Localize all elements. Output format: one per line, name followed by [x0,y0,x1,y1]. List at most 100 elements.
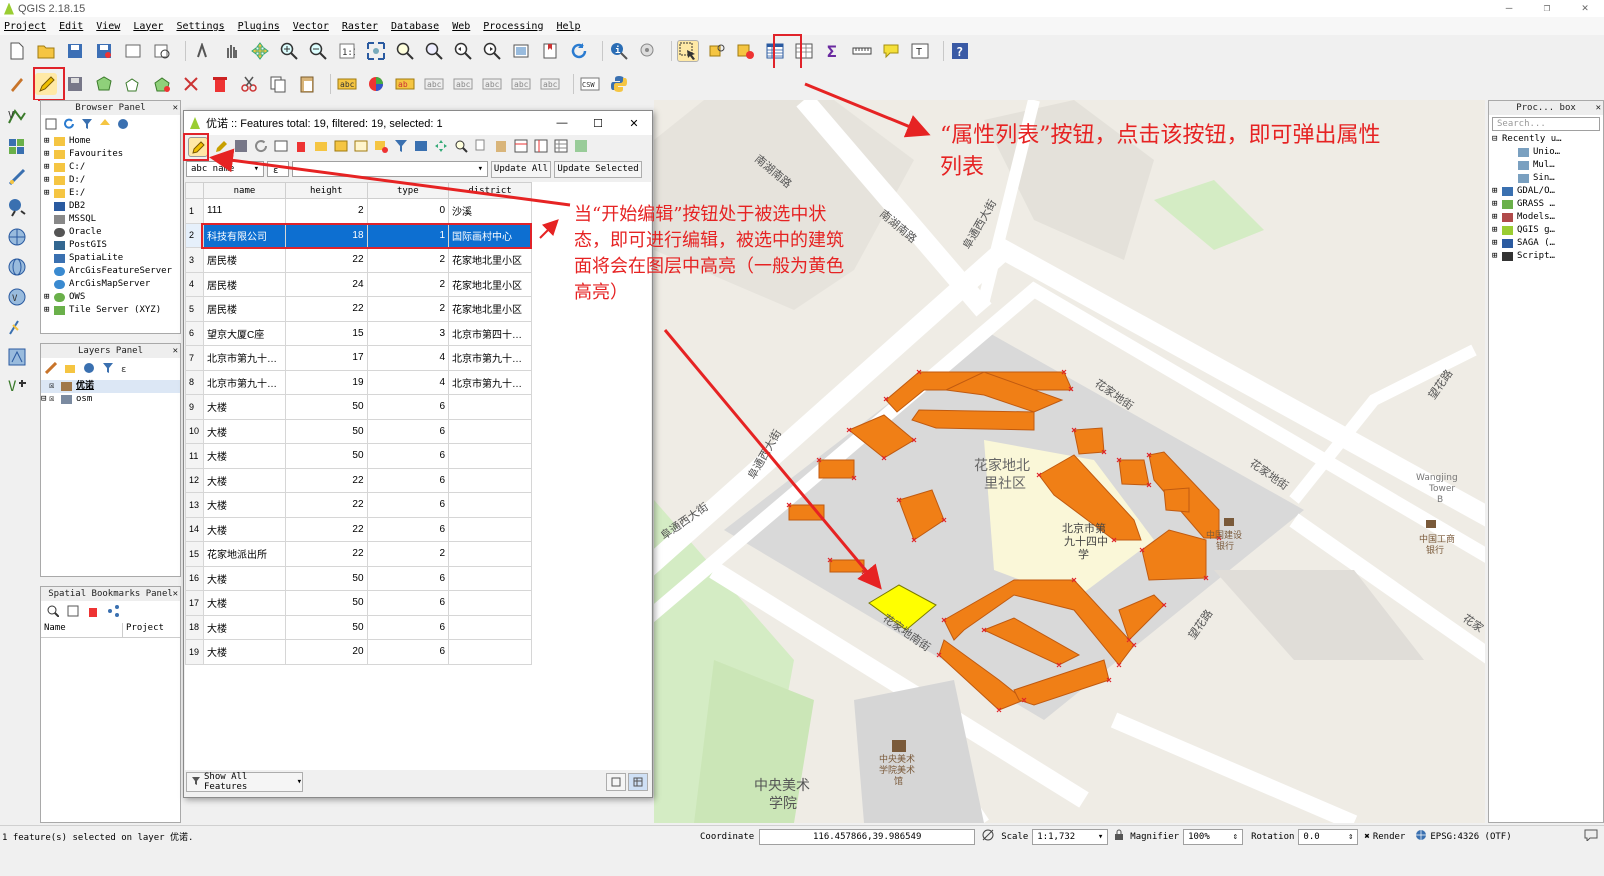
cell-type[interactable]: 2 [366,247,450,273]
current-edits-icon[interactable] [6,73,28,95]
cut-features-icon[interactable] [238,73,260,95]
row-number[interactable]: 4 [185,271,204,297]
processing-recent[interactable]: ⊟ Recently u… [1492,133,1603,146]
lock-scale-icon[interactable] [1114,829,1124,844]
cell-district[interactable] [448,516,532,542]
select-features-icon[interactable] [677,40,699,62]
layer-checkbox[interactable]: ☒ [49,393,61,406]
save-as-icon[interactable] [93,40,115,62]
processing-item[interactable]: Mul… [1492,159,1603,172]
refresh-icon[interactable] [568,40,590,62]
cell-district[interactable] [448,541,532,567]
row-number[interactable]: 5 [185,296,204,322]
browser-item-arcgis-map[interactable]: ArcGisMapServer [44,278,180,291]
browser-item-favourites[interactable]: ⊞ Favourites [44,148,180,161]
browser-item-d[interactable]: ⊞ D:/ [44,174,180,187]
python-console-icon[interactable] [608,73,630,95]
new-project-icon[interactable] [6,40,28,62]
cell-height[interactable]: 22 [284,296,368,322]
cell-district[interactable]: 北京市第九十… [448,369,532,395]
cell-district[interactable] [448,565,532,591]
layer-diagram-icon[interactable] [365,73,387,95]
row-number[interactable]: 18 [185,614,204,640]
cell-type[interactable]: 6 [366,565,450,591]
bookmarks-column-project[interactable]: Project [123,623,164,637]
menu-web[interactable]: Web [452,21,470,32]
processing-item[interactable]: Unio… [1492,146,1603,159]
processing-grass[interactable]: ⊞ GRASS … [1492,198,1603,211]
cell-name[interactable]: 北京市第九十… [202,369,286,395]
cell-type[interactable]: 4 [366,345,450,371]
cell-height[interactable]: 20 [284,639,368,665]
zoom-to-selection-icon[interactable] [394,40,416,62]
move-label-icon[interactable]: abc [481,73,503,95]
cell-name[interactable]: 大楼 [202,418,286,444]
row-number[interactable]: 17 [185,590,204,616]
cell-district[interactable]: 花家地北里小区 [448,247,532,273]
select-by-expression-icon[interactable] [314,139,328,156]
cell-name[interactable]: 大楼 [202,614,286,640]
cell-height[interactable]: 15 [284,320,368,346]
filter-legend-icon[interactable] [102,362,114,377]
restore-button[interactable]: ❐ [1528,0,1566,17]
cell-district[interactable]: 北京市第九十… [448,345,532,371]
share-bookmark-icon[interactable] [107,604,119,620]
row-number[interactable]: 12 [185,467,204,493]
change-label-icon[interactable]: abc [539,73,561,95]
add-vector-layer-icon[interactable]: V [6,106,28,128]
bookmarks-column-name[interactable]: Name [41,623,123,637]
node-tool-icon[interactable] [151,73,173,95]
cell-type[interactable]: 6 [366,639,450,665]
cell-name[interactable]: 大楼 [202,516,286,542]
add-feature-icon[interactable] [274,139,288,156]
menu-view[interactable]: View [96,21,120,32]
row-number[interactable]: 7 [185,345,204,371]
cell-type[interactable]: 2 [366,271,450,297]
processing-models[interactable]: ⊞ Models… [1492,211,1603,224]
cell-height[interactable]: 50 [284,565,368,591]
cell-name[interactable]: 111 [202,198,286,224]
save-layer-edits-icon[interactable] [64,73,86,95]
add-raster-layer-icon[interactable] [6,136,28,158]
cell-height[interactable]: 50 [284,394,368,420]
map-tips-icon[interactable] [880,40,902,62]
menu-settings[interactable]: Settings [176,21,224,32]
field-value-input[interactable]: ▾ [292,161,488,177]
filter-expression-icon[interactable]: ε [121,362,133,377]
row-number[interactable]: 6 [185,320,204,346]
menu-layer[interactable]: Layer [133,21,163,32]
table-row[interactable]: 1 111 2 0 沙溪 [185,198,532,224]
new-bookmark-icon[interactable] [67,605,79,620]
open-layer-styling-icon[interactable] [44,361,58,377]
invert-selection-icon[interactable] [354,139,368,156]
zoom-to-bookmark-icon[interactable] [47,605,60,620]
delete-field-icon[interactable] [534,139,548,156]
filter-icon[interactable] [81,118,93,133]
add-wfs-layer-icon[interactable]: V [6,286,28,308]
processing-qgis[interactable]: ⊞ QGIS g… [1492,224,1603,237]
cell-district[interactable] [448,443,532,469]
cell-height[interactable]: 50 [284,443,368,469]
add-spatialite-icon[interactable] [6,196,28,218]
paste-rows-icon[interactable] [494,139,508,156]
cell-type[interactable]: 3 [366,320,450,346]
cell-height[interactable]: 22 [284,492,368,518]
properties-icon[interactable] [117,118,129,133]
cell-height[interactable]: 50 [284,418,368,444]
cell-height[interactable]: 22 [284,541,368,567]
processing-gdal[interactable]: ⊞ GDAL/O… [1492,185,1603,198]
row-number[interactable]: 13 [185,492,204,518]
table-row[interactable]: 6 望京大厦C座 15 3 北京市第四十… [185,320,532,346]
cell-name[interactable]: 大楼 [202,565,286,591]
deselect-all-icon[interactable] [735,40,757,62]
delete-selected-icon[interactable] [209,73,231,95]
browser-item-oracle[interactable]: Oracle [44,226,180,239]
refresh-icon[interactable] [63,118,75,133]
split-icon[interactable] [180,73,202,95]
cell-district[interactable] [448,467,532,493]
add-feature-icon[interactable] [93,73,115,95]
table-row[interactable]: 9 大楼 50 6 [185,394,532,420]
layer-checkbox[interactable]: ☒ [49,380,61,393]
row-number[interactable]: 15 [185,541,204,567]
update-all-button[interactable]: Update All [491,160,551,178]
